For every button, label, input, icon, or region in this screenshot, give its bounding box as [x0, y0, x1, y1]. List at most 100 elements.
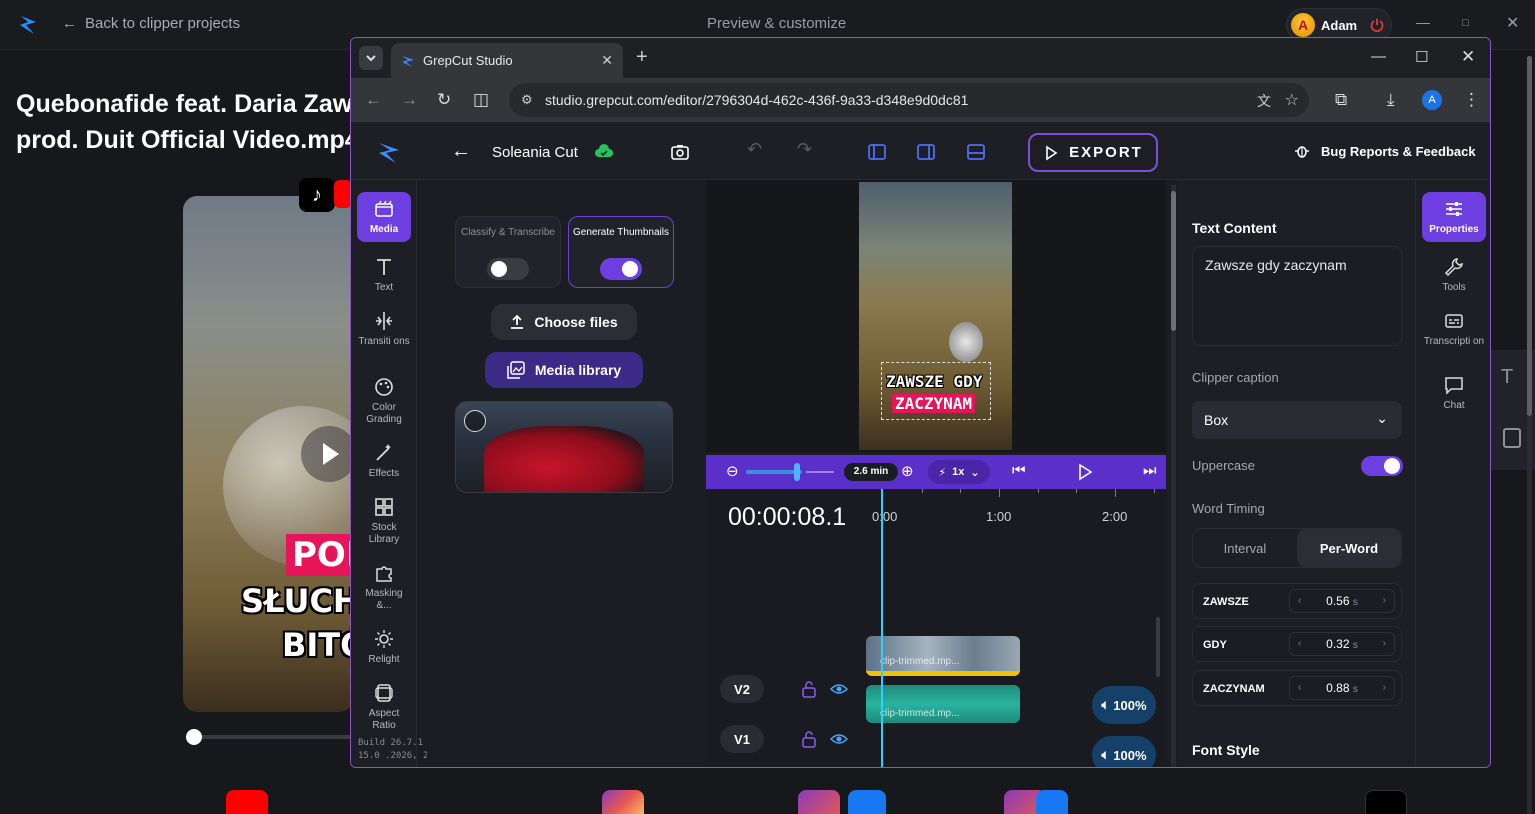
speed-select[interactable]: ⚡ 1x ⌄	[928, 460, 990, 484]
project-name[interactable]: Soleania Cut	[492, 144, 578, 161]
phone-preview[interactable]: POK SŁUCHA BITÓ	[183, 196, 353, 712]
undo-icon[interactable]: ↶	[747, 139, 762, 160]
volume-a1[interactable]: 🔈︎ 100%	[1092, 686, 1156, 724]
outer-progress-track[interactable]	[192, 735, 352, 739]
layout-right-icon[interactable]	[916, 142, 936, 162]
word-duration-stepper[interactable]: ‹ 0.88 s ›	[1289, 676, 1395, 700]
redo-icon[interactable]: ↷	[797, 139, 812, 160]
bug-reports-link[interactable]: Bug Reports & Feedback	[1293, 142, 1476, 160]
video-preview[interactable]: ZAWSZE GDY ZACZYNAM	[706, 180, 1166, 452]
classify-toggle[interactable]	[487, 258, 529, 280]
camera-icon[interactable]	[670, 142, 690, 162]
browser-maximize-icon[interactable]: ☐	[1415, 48, 1428, 66]
close-icon[interactable]: ✕	[1506, 13, 1519, 33]
back-arrow-icon[interactable]: ←	[451, 140, 471, 163]
forward-icon[interactable]: →	[401, 90, 418, 110]
stamp-icon[interactable]	[1503, 428, 1521, 448]
rail-item-stock-library[interactable]: Stock Library	[357, 496, 411, 546]
reload-icon[interactable]: ↻	[437, 90, 451, 110]
play-icon[interactable]	[1076, 463, 1094, 481]
chevron-right-icon[interactable]: ›	[1383, 677, 1386, 699]
outer-scrollbar[interactable]	[1527, 56, 1532, 814]
rail-item-effects[interactable]: Effects	[357, 442, 411, 480]
browser-close-icon[interactable]: ✕	[1461, 47, 1475, 67]
generate-thumbnails-card[interactable]: Generate Thumbnails	[568, 216, 674, 288]
track-label-v2[interactable]: V2	[720, 675, 764, 703]
star-icon[interactable]: ☆	[1285, 90, 1299, 110]
choose-files-button[interactable]: Choose files	[491, 304, 637, 340]
lock-open-icon[interactable]	[800, 730, 818, 748]
rail-item-transitions[interactable]: Transiti ons	[357, 310, 411, 348]
rail-item-text[interactable]: Text	[357, 256, 411, 294]
split-view-icon[interactable]: ◫	[473, 90, 489, 110]
site-info-icon[interactable]: ⚙	[521, 92, 533, 108]
lock-open-icon[interactable]	[800, 680, 818, 698]
play-icon[interactable]	[301, 426, 353, 482]
download-icon[interactable]: ⤓	[1387, 90, 1395, 110]
caption-style-select[interactable]: Box ⌄	[1192, 401, 1402, 439]
eye-icon[interactable]	[830, 730, 848, 748]
skip-end-icon[interactable]: ⏭	[1143, 462, 1157, 479]
interval-option[interactable]: Interval	[1193, 529, 1297, 567]
minimize-icon[interactable]: —	[1416, 14, 1430, 30]
media-thumbnail[interactable]	[455, 401, 673, 493]
clip-v1[interactable]: clip-trimmed.mp...	[866, 636, 1020, 676]
chevron-left-icon[interactable]: ‹	[1298, 590, 1301, 612]
rail-item-transcription[interactable]: Transcripti on	[1422, 310, 1486, 348]
maximize-icon[interactable]: □	[1462, 17, 1469, 29]
per-word-option[interactable]: Per-Word	[1297, 529, 1401, 567]
thumbnails-toggle[interactable]	[600, 258, 642, 280]
tab-close-icon[interactable]: ✕	[601, 52, 613, 69]
zoom-slider-knob[interactable]	[794, 463, 800, 481]
skip-start-icon[interactable]: ⏮	[1012, 462, 1026, 479]
word-duration-stepper[interactable]: ‹ 0.32 s ›	[1289, 632, 1395, 656]
clip-a1[interactable]: clip-trimmed.mp...	[866, 685, 1020, 723]
rail-item-relight[interactable]: Relight	[357, 628, 411, 666]
track-label-v1[interactable]: V1	[720, 725, 764, 753]
playhead[interactable]	[881, 489, 883, 767]
chevron-right-icon[interactable]: ›	[1383, 590, 1386, 612]
back-to-projects-link[interactable]: ← Back to clipper projects	[62, 15, 240, 32]
extensions-icon[interactable]: ⧉	[1335, 90, 1347, 110]
zoom-out-icon[interactable]: ⊖	[726, 462, 739, 480]
url-field[interactable]: ⚙ studio.grepcut.com/editor/2796304d-462…	[509, 83, 1309, 117]
tab-grepcut[interactable]: GrepCut Studio ✕	[391, 43, 623, 78]
grepcut-logo-icon[interactable]	[377, 140, 401, 164]
zoom-in-icon[interactable]: ⊕	[901, 462, 914, 480]
profile-avatar[interactable]: A	[1422, 90, 1442, 110]
facebook-icon-2[interactable]	[1036, 790, 1068, 814]
youtube-icon[interactable]	[226, 790, 268, 814]
timeline-scrollbar[interactable]	[1156, 617, 1160, 677]
outer-progress-knob[interactable]	[186, 729, 202, 745]
rail-item-color-grading[interactable]: Color Grading	[357, 376, 411, 426]
rail-item-tools[interactable]: Tools	[1422, 256, 1486, 294]
browser-minimize-icon[interactable]: —	[1371, 48, 1386, 65]
rail-item-chat[interactable]: Chat	[1422, 374, 1486, 412]
classify-transcribe-card[interactable]: Classify & Transcribe	[455, 216, 561, 288]
word-duration-stepper[interactable]: ‹ 0.56 s ›	[1289, 589, 1395, 613]
rail-item-media[interactable]: Media	[357, 192, 411, 242]
menu-dots-icon[interactable]: ⋮	[1463, 90, 1480, 110]
rail-item-masking[interactable]: Masking &...	[357, 562, 411, 612]
preview-scrollbar[interactable]	[1171, 185, 1176, 767]
uppercase-toggle[interactable]	[1361, 456, 1403, 476]
tab-search-icon[interactable]	[359, 46, 383, 70]
eye-icon[interactable]	[830, 680, 848, 698]
translate-icon[interactable]: 文	[1257, 91, 1271, 111]
clipper-logo-icon[interactable]	[18, 12, 40, 36]
speaker-icon[interactable]	[464, 410, 486, 432]
layout-left-icon[interactable]	[867, 142, 887, 162]
text-tool-icon[interactable]: T	[1501, 366, 1513, 389]
new-tab-icon[interactable]: +	[636, 46, 648, 69]
rail-item-aspect-ratio[interactable]: Aspect Ratio	[357, 682, 411, 732]
back-icon[interactable]: ←	[365, 90, 382, 110]
chevron-right-icon[interactable]: ›	[1383, 633, 1386, 655]
instagram-icon[interactable]	[602, 790, 644, 814]
export-button[interactable]: EXPORT	[1028, 133, 1158, 172]
chevron-left-icon[interactable]: ‹	[1298, 633, 1301, 655]
media-library-button[interactable]: Media library	[485, 352, 643, 388]
rail-item-properties[interactable]: Properties	[1422, 192, 1486, 242]
chevron-left-icon[interactable]: ‹	[1298, 677, 1301, 699]
facebook-icon[interactable]	[848, 790, 886, 814]
x-icon[interactable]	[1365, 790, 1407, 814]
